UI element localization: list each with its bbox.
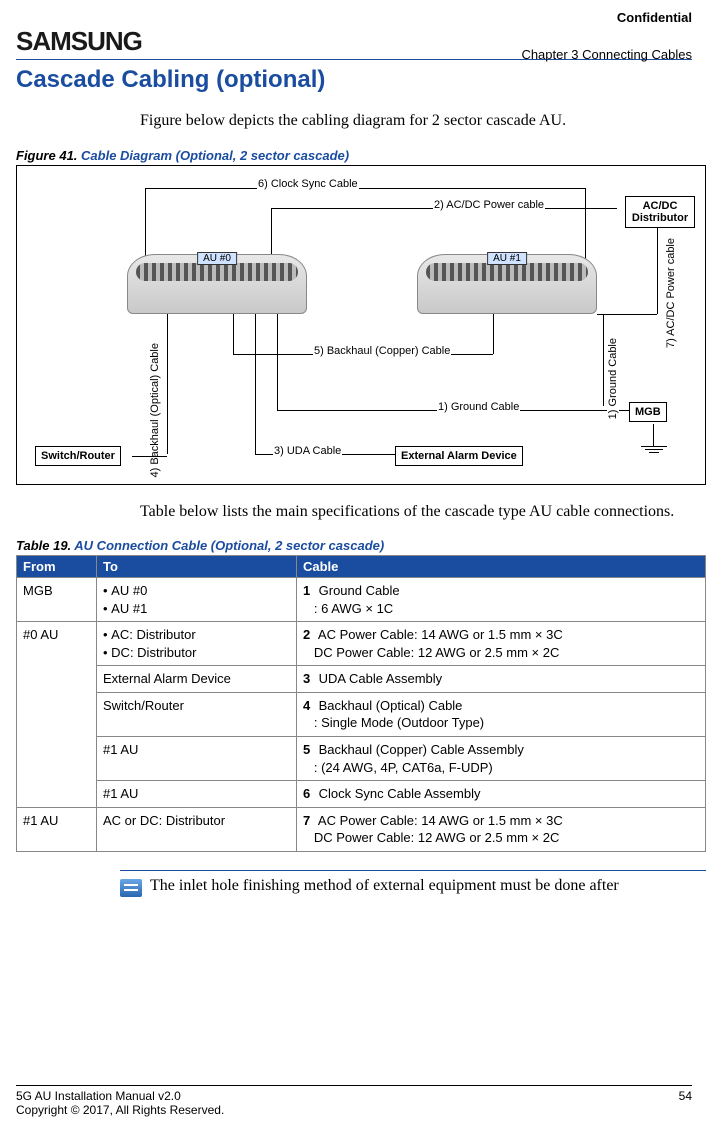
diagram-line	[585, 188, 586, 264]
label-acdc-power-7: 7) AC/DC Power cable	[665, 236, 677, 350]
cell-to: Switch/Router	[97, 692, 297, 736]
cell-cable: 3 UDA Cable Assembly	[297, 666, 706, 693]
cell-cable: 7 AC Power Cable: 14 AWG or 1.5 mm × 3C …	[297, 807, 706, 851]
note-rule	[120, 870, 706, 871]
cell-cable: 5 Backhaul (Copper) Cable Assembly : (24…	[297, 737, 706, 781]
diagram-line	[493, 314, 494, 354]
cable-diagram: 6) Clock Sync Cable 2) AC/DC Power cable…	[16, 165, 706, 485]
cell-from: #0 AU	[17, 622, 97, 807]
label-ground-cable-v: 1) Ground Cable	[607, 336, 619, 421]
ground-symbol-icon	[641, 446, 667, 453]
note-text: The inlet hole finishing method of exter…	[150, 877, 619, 895]
cell-to: External Alarm Device	[97, 666, 297, 693]
table-row: External Alarm Device 3 UDA Cable Assemb…	[17, 666, 706, 693]
cell-cable: 2 AC Power Cable: 14 AWG or 1.5 mm × 3C …	[297, 622, 706, 666]
to-item: AC: Distributor	[103, 626, 290, 644]
diagram-line	[132, 456, 167, 457]
diagram-line	[657, 228, 658, 314]
table-row: #1 AU 6 Clock Sync Cable Assembly	[17, 781, 706, 808]
unit-au0: AU #0	[127, 254, 307, 314]
cell-to: AC or DC: Distributor	[97, 807, 297, 851]
table-row: #1 AU AC or DC: Distributor 7 AC Power C…	[17, 807, 706, 851]
table-row: MGB AU #0 AU #1 1 Ground Cable : 6 AWG ×…	[17, 578, 706, 622]
diagram-line	[653, 424, 654, 446]
cell-to: #1 AU	[97, 737, 297, 781]
connection-table: From To Cable MGB AU #0 AU #1 1 Ground C…	[16, 555, 706, 852]
table-caption: Table 19. AU Connection Cable (Optional,…	[16, 538, 692, 553]
box-acdc-distributor: AC/DC Distributor	[625, 196, 695, 228]
diagram-line	[145, 188, 585, 189]
figure-caption: Figure 41. Cable Diagram (Optional, 2 se…	[16, 148, 692, 163]
footer-copyright: Copyright © 2017, All Rights Reserved.	[16, 1103, 224, 1117]
cell-cable: 1 Ground Cable : 6 AWG × 1C	[297, 578, 706, 622]
th-from: From	[17, 556, 97, 578]
note-block: The inlet hole finishing method of exter…	[120, 877, 692, 897]
cell-cable: 6 Clock Sync Cable Assembly	[297, 781, 706, 808]
page-footer: 5G AU Installation Manual v2.0 Copyright…	[16, 1085, 692, 1117]
tag-au1: AU #1	[487, 252, 527, 265]
chapter-label: Chapter 3 Connecting Cables	[521, 47, 692, 62]
to-item: AU #0	[103, 582, 290, 600]
confidential-label: Confidential	[521, 10, 692, 25]
figure-title: Cable Diagram (Optional, 2 sector cascad…	[81, 148, 349, 163]
box-switch-router: Switch/Router	[35, 446, 121, 466]
footer-page-number: 54	[679, 1089, 692, 1117]
diagram-line	[145, 188, 146, 264]
table-prefix: Table 19.	[16, 538, 74, 553]
label-clock-sync: 6) Clock Sync Cable	[257, 178, 359, 190]
diagram-line	[277, 314, 278, 410]
th-cable: Cable	[297, 556, 706, 578]
table-row: #1 AU 5 Backhaul (Copper) Cable Assembly…	[17, 737, 706, 781]
cell-from: #1 AU	[17, 807, 97, 851]
box-mgb: MGB	[629, 402, 667, 422]
to-item: DC: Distributor	[103, 644, 290, 662]
label-backhaul-copper: 5) Backhaul (Copper) Cable	[313, 345, 451, 357]
to-item: AU #1	[103, 600, 290, 618]
label-backhaul-optical: 4) Backhaul (Optical) Cable	[149, 341, 161, 480]
footer-left: 5G AU Installation Manual v2.0 Copyright…	[16, 1089, 224, 1117]
box-external-alarm: External Alarm Device	[395, 446, 523, 466]
table-title: AU Connection Cable (Optional, 2 sector …	[74, 538, 384, 553]
table-header-row: From To Cable	[17, 556, 706, 578]
diagram-line	[167, 314, 168, 454]
figure-prefix: Figure 41.	[16, 148, 81, 163]
label-acdc-power-2: 2) AC/DC Power cable	[433, 199, 545, 211]
table-row: #0 AU AC: Distributor DC: Distributor 2 …	[17, 622, 706, 666]
tag-au0: AU #0	[197, 252, 237, 265]
cell-from: MGB	[17, 578, 97, 622]
footer-manual: 5G AU Installation Manual v2.0	[16, 1089, 181, 1103]
cell-to: AC: Distributor DC: Distributor	[97, 622, 297, 666]
note-icon	[120, 879, 142, 897]
cell-to: #1 AU	[97, 781, 297, 808]
after-figure-text: Table below lists the main specification…	[140, 501, 692, 523]
table-row: Switch/Router 4 Backhaul (Optical) Cable…	[17, 692, 706, 736]
unit-au1: AU #1	[417, 254, 597, 314]
cell-cable: 4 Backhaul (Optical) Cable : Single Mode…	[297, 692, 706, 736]
diagram-line	[597, 314, 657, 315]
diagram-line	[255, 314, 256, 454]
cell-to: AU #0 AU #1	[97, 578, 297, 622]
th-to: To	[97, 556, 297, 578]
intro-text: Figure below depicts the cabling diagram…	[140, 110, 692, 132]
label-ground-cable-h: 1) Ground Cable	[437, 401, 520, 413]
diagram-line	[603, 314, 604, 406]
diagram-line	[233, 314, 234, 354]
label-uda-cable: 3) UDA Cable	[273, 445, 342, 457]
page-header-right: Confidential Chapter 3 Connecting Cables	[521, 10, 692, 62]
section-title: Cascade Cabling (optional)	[16, 66, 692, 94]
